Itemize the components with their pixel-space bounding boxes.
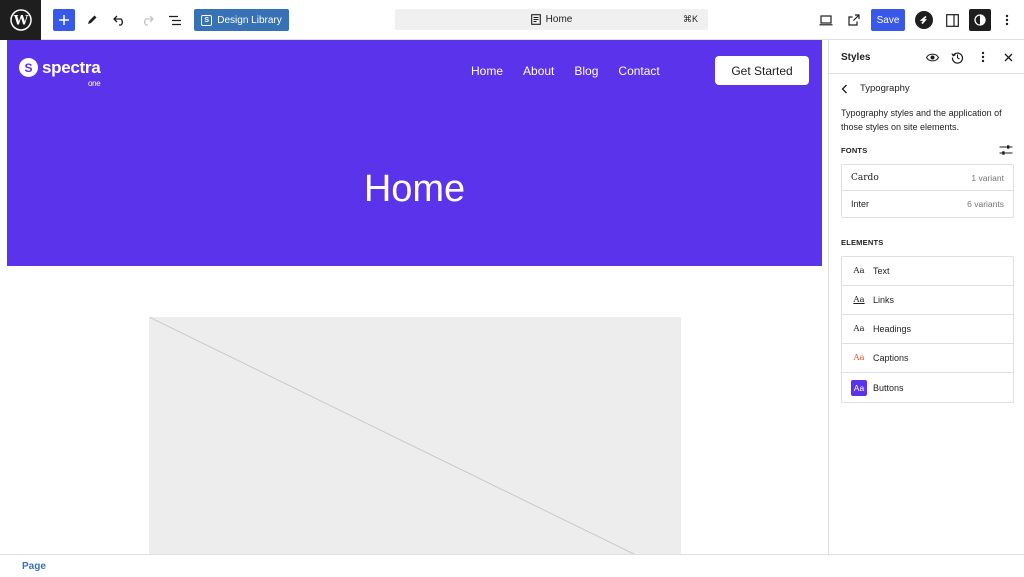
font-variants: 1 variant bbox=[971, 172, 1004, 183]
undo-icon bbox=[112, 15, 123, 26]
sidebar-icon bbox=[945, 13, 959, 27]
tools-button[interactable] bbox=[81, 9, 103, 31]
nav-link-blog[interactable]: Blog bbox=[574, 64, 598, 78]
element-item-text[interactable]: Aa Text bbox=[842, 257, 1013, 286]
document-overview-button[interactable] bbox=[164, 9, 186, 31]
placeholder-diagonal bbox=[149, 317, 636, 554]
element-label: Captions bbox=[873, 353, 909, 363]
fonts-list: Cardo 1 variant Inter 6 variants bbox=[841, 164, 1014, 218]
undo-button[interactable] bbox=[108, 9, 130, 31]
view-button[interactable] bbox=[815, 9, 837, 31]
font-item-cardo[interactable]: Cardo 1 variant bbox=[842, 165, 1013, 191]
font-name: Inter bbox=[851, 199, 870, 209]
settings-sidebar-button[interactable] bbox=[941, 9, 963, 31]
font-item-inter[interactable]: Inter 6 variants bbox=[842, 191, 1013, 217]
plus-icon bbox=[59, 15, 69, 25]
command-shortcut: ⌘K bbox=[682, 14, 698, 24]
text-preview-icon: Aa bbox=[853, 266, 865, 276]
add-block-button[interactable] bbox=[53, 9, 75, 31]
block-breadcrumb-bar: Page bbox=[0, 554, 1024, 577]
desktop-icon bbox=[819, 14, 833, 25]
get-started-button[interactable]: Get Started bbox=[715, 56, 809, 85]
headings-preview-icon: Aa bbox=[853, 324, 865, 334]
nav-link-home[interactable]: Home bbox=[471, 64, 503, 78]
element-label: Text bbox=[873, 266, 890, 276]
links-preview-icon: Aa bbox=[853, 295, 865, 305]
redo-icon bbox=[143, 15, 154, 26]
panel-title: Styles bbox=[841, 52, 871, 63]
eye-icon bbox=[925, 53, 939, 61]
element-item-links[interactable]: Aa Links bbox=[842, 286, 1013, 315]
elements-heading: ELEMENTS bbox=[841, 238, 884, 247]
element-item-buttons[interactable]: Aa Buttons bbox=[842, 373, 1013, 402]
site-logo[interactable]: S spectra one bbox=[19, 58, 101, 88]
editor-canvas: S spectra one Home About Blog Contact Ge… bbox=[0, 40, 828, 554]
command-palette-bar[interactable]: Home ⌘K bbox=[395, 9, 708, 30]
list-view-icon bbox=[168, 15, 181, 25]
external-link-icon bbox=[848, 14, 860, 26]
page-icon bbox=[530, 14, 541, 25]
breadcrumb-page[interactable]: Page bbox=[22, 561, 46, 572]
element-label: Headings bbox=[873, 324, 912, 334]
contrast-icon bbox=[974, 14, 986, 26]
font-variants: 6 variants bbox=[967, 199, 1004, 209]
page-title[interactable]: Home bbox=[7, 168, 822, 210]
editor-toolbar: W S Design Library Home ⌘K Save bbox=[0, 0, 1024, 40]
element-label: Buttons bbox=[873, 382, 904, 393]
spectra-settings-button[interactable] bbox=[915, 11, 933, 29]
options-button[interactable] bbox=[996, 9, 1018, 31]
fonts-heading: FONTS bbox=[841, 146, 868, 155]
command-title: Home bbox=[545, 14, 573, 25]
view-site-button[interactable] bbox=[843, 9, 865, 31]
element-item-headings[interactable]: Aa Headings bbox=[842, 315, 1013, 344]
spectra-logo-icon bbox=[919, 15, 927, 25]
wordpress-logo-button[interactable]: W bbox=[0, 0, 41, 40]
style-book-button[interactable] bbox=[924, 49, 940, 65]
styles-panel: Styles Typography Typography styles and … bbox=[828, 40, 1024, 554]
elements-list: Aa Text Aa Links Aa Headings Aa Captions… bbox=[841, 256, 1014, 403]
element-label: Links bbox=[873, 295, 895, 305]
design-library-button[interactable]: S Design Library bbox=[194, 9, 289, 31]
typography-back-row: Typography bbox=[841, 83, 910, 94]
close-icon bbox=[1004, 53, 1012, 61]
more-vertical-icon bbox=[1005, 14, 1009, 26]
styles-panel-header: Styles bbox=[829, 40, 1024, 74]
redo-button[interactable] bbox=[136, 9, 158, 31]
font-name: Cardo bbox=[851, 172, 879, 183]
nav-link-about[interactable]: About bbox=[523, 64, 554, 78]
spectra-icon: S bbox=[201, 14, 213, 26]
typography-description: Typography styles and the application of… bbox=[841, 108, 1002, 132]
history-icon bbox=[950, 52, 963, 64]
site-header-block[interactable]: S spectra one Home About Blog Contact Ge… bbox=[7, 40, 822, 266]
wordpress-icon: W bbox=[9, 9, 32, 31]
buttons-preview-icon: Aa bbox=[851, 379, 867, 396]
nav-link-contact[interactable]: Contact bbox=[618, 64, 659, 78]
site-navigation: Home About Blog Contact bbox=[471, 64, 660, 78]
revisions-button[interactable] bbox=[949, 49, 965, 65]
section-title: Typography bbox=[860, 83, 910, 94]
image-placeholder-block[interactable] bbox=[149, 317, 681, 554]
save-button[interactable]: Save bbox=[871, 9, 905, 31]
more-styles-button[interactable] bbox=[975, 49, 991, 65]
logo-subtext: one bbox=[87, 79, 101, 88]
chevron-left-icon[interactable] bbox=[841, 84, 848, 94]
pencil-icon bbox=[88, 15, 97, 24]
font-library-icon[interactable] bbox=[999, 144, 1013, 156]
element-item-captions[interactable]: Aa Captions bbox=[842, 344, 1013, 373]
design-library-label: Design Library bbox=[217, 14, 282, 26]
captions-preview-icon: Aa bbox=[853, 353, 865, 363]
spectra-mark-icon: S bbox=[19, 58, 38, 77]
styles-button[interactable] bbox=[969, 9, 991, 31]
more-vertical-icon bbox=[981, 51, 985, 63]
close-panel-button[interactable] bbox=[1000, 49, 1016, 65]
svg-text:W: W bbox=[12, 14, 28, 29]
